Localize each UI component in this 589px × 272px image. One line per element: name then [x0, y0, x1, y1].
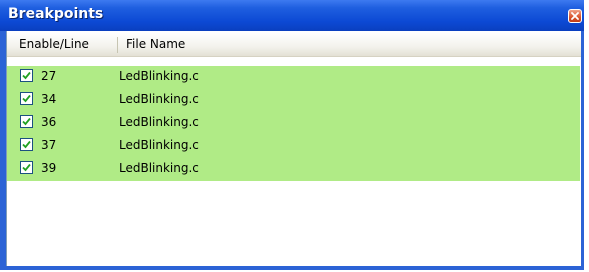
line-number: 37	[41, 138, 57, 152]
checkmark-icon	[22, 140, 31, 149]
line-number: 27	[41, 69, 57, 83]
enable-checkbox[interactable]	[20, 92, 33, 105]
title-bar[interactable]: Breakpoints	[0, 0, 584, 31]
checkmark-icon	[22, 71, 31, 80]
column-header-file-name[interactable]: File Name	[126, 37, 185, 51]
line-number: 39	[41, 161, 57, 175]
line-number: 34	[41, 92, 57, 106]
breakpoint-row[interactable]: 36 LedBlinking.c	[7, 112, 580, 135]
enable-checkbox[interactable]	[20, 138, 33, 151]
checkmark-icon	[22, 117, 31, 126]
enable-checkbox[interactable]	[20, 161, 33, 174]
breakpoint-row[interactable]: 34 LedBlinking.c	[7, 89, 580, 112]
breakpoint-row[interactable]: 27 LedBlinking.c	[7, 66, 580, 89]
breakpoint-row[interactable]: 39 LedBlinking.c	[7, 158, 580, 181]
file-name: LedBlinking.c	[119, 92, 199, 106]
file-name: LedBlinking.c	[119, 161, 199, 175]
breakpoint-row[interactable]: 37 LedBlinking.c	[7, 135, 580, 158]
checkmark-icon	[22, 163, 31, 172]
column-divider[interactable]	[117, 37, 118, 53]
file-name: LedBlinking.c	[119, 138, 199, 152]
enable-checkbox[interactable]	[20, 69, 33, 82]
line-number: 36	[41, 115, 57, 129]
window-title: Breakpoints	[8, 6, 104, 22]
breakpoint-rows: 27 LedBlinking.c 34 LedBlinking.c 36 Led…	[7, 66, 581, 181]
file-name: LedBlinking.c	[119, 69, 199, 83]
file-name: LedBlinking.c	[119, 115, 199, 129]
breakpoints-window: Breakpoints Enable/Line File Name 27 Led…	[0, 0, 584, 270]
enable-checkbox[interactable]	[20, 115, 33, 128]
close-button[interactable]	[568, 9, 582, 23]
checkmark-icon	[22, 94, 31, 103]
list-header: Enable/Line File Name	[7, 33, 581, 57]
column-header-enable-line[interactable]: Enable/Line	[19, 37, 89, 51]
close-icon	[571, 12, 579, 20]
breakpoints-list: Enable/Line File Name 27 LedBlinking.c 3…	[6, 31, 581, 266]
